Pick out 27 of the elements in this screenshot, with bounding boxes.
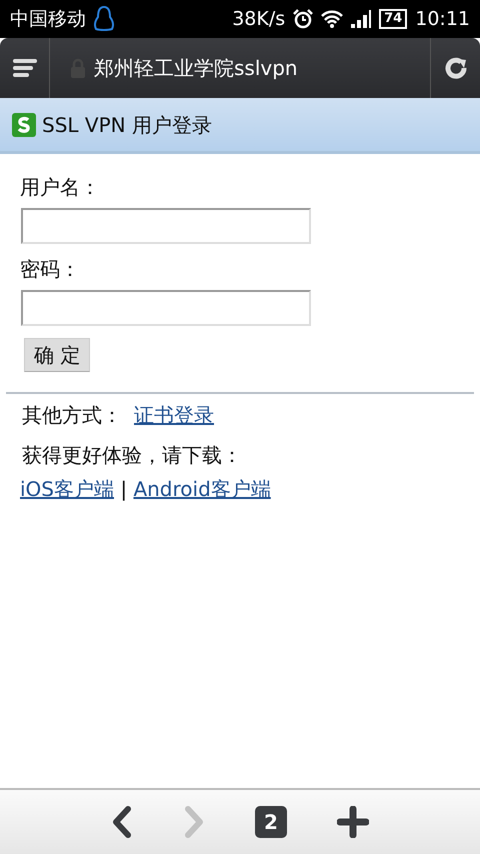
clock-time: 10:11: [415, 6, 470, 32]
certificate-login-link[interactable]: 证书登录: [134, 403, 214, 427]
input-field[interactable]: [21, 208, 311, 244]
input-field[interactable]: [21, 290, 311, 326]
submit-button[interactable]: 确 定: [24, 338, 90, 372]
field-label: 用户名：: [20, 174, 101, 201]
logo-icon: [12, 112, 36, 136]
link-separator: |: [119, 477, 128, 501]
add-tab-icon[interactable]: [337, 806, 369, 838]
other-methods-label: 其他方式：: [22, 403, 122, 427]
field-label: 密码：: [20, 256, 81, 283]
wifi-icon: [321, 10, 344, 28]
download-prompt: 获得更好体验，请下载：: [22, 442, 243, 469]
page-title: 郑州轻工业学院sslvpn: [94, 55, 298, 82]
alarm-icon: [293, 9, 314, 29]
page-heading: SSL VPN 用户登录: [42, 112, 212, 138]
signal-icon: [351, 10, 372, 28]
menu-icon[interactable]: [12, 58, 36, 78]
client-download-link[interactable]: iOS客户端: [20, 477, 114, 501]
network-speed: 38K/s: [232, 6, 286, 32]
client-download-link[interactable]: Android客户端: [133, 477, 271, 501]
penguin-icon: [94, 5, 114, 33]
tab-count-button[interactable]: 2: [255, 806, 287, 838]
battery-level: 74: [379, 9, 408, 29]
carrier-name: 中国移动: [10, 6, 86, 32]
back-button[interactable]: [111, 805, 133, 839]
refresh-icon[interactable]: [444, 56, 468, 80]
